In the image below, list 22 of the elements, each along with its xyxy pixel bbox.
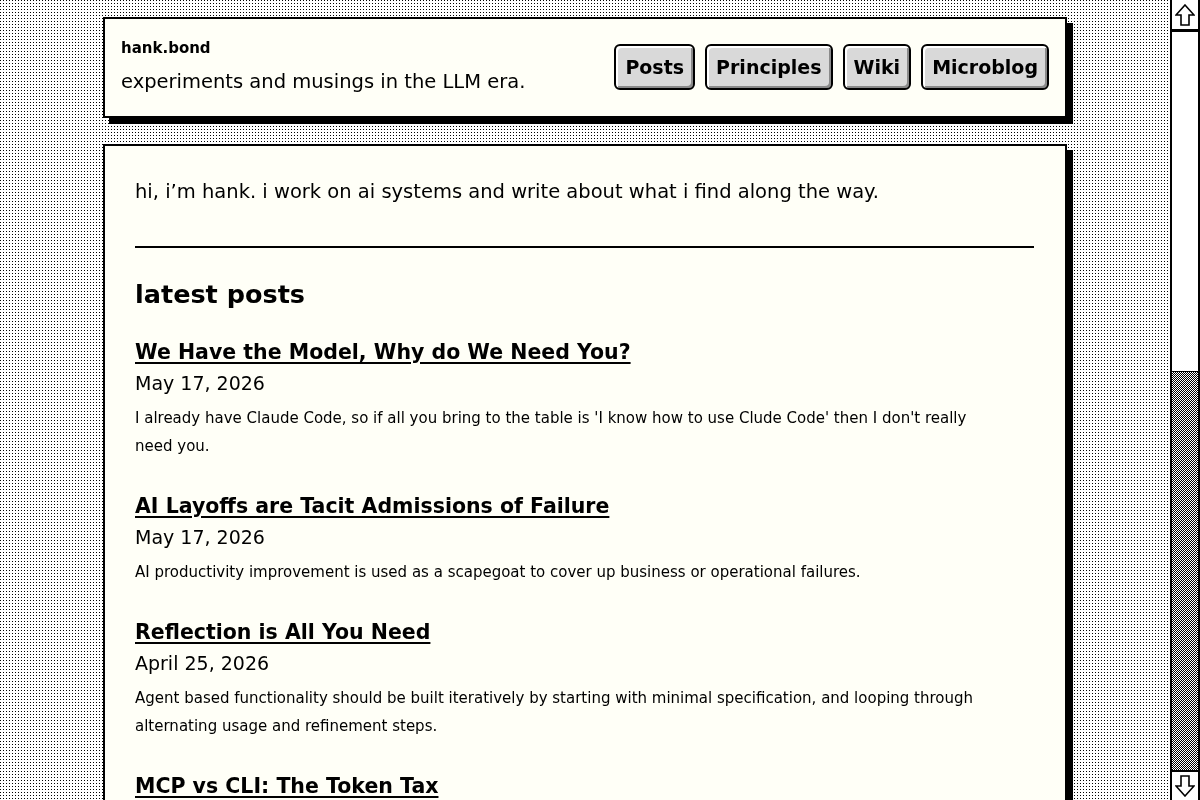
nav-button[interactable]: Microblog (921, 44, 1049, 90)
post-date: April 25, 2026 (135, 651, 270, 676)
scroll-down-button[interactable] (1172, 770, 1198, 800)
site-tagline: experiments and musings in the LLM era. (121, 69, 526, 95)
intro-text: hi, i’m hank. i work on ai systems and write about what i find along the way. (135, 179, 881, 205)
site-title: hank.bond (121, 38, 211, 58)
down-arrow-icon (1175, 775, 1195, 797)
post-title-link[interactable]: AI Layoffs are Tacit Admissions of Failure (135, 491, 610, 522)
post-date: May 17, 2026 (135, 525, 265, 550)
scroll-thumb[interactable] (1172, 32, 1198, 372)
nav-button[interactable]: Principles (705, 44, 833, 90)
post-excerpt: AI productivity improvement is used as a scapegoat to cover up business or operational failures. (135, 562, 862, 583)
nav-button[interactable]: Wiki (842, 44, 912, 90)
post-title-link[interactable]: We Have the Model, Why do We Need You? (135, 337, 631, 368)
nav-button[interactable]: Posts (614, 44, 696, 90)
post-excerpt: I already have Claude Code, so if all you bring to the table is 'I know how to use Clude Code' then I don't really need you. (135, 408, 968, 457)
section-heading: latest posts (135, 278, 305, 311)
up-arrow-icon (1175, 3, 1195, 26)
post-title-link[interactable]: Reflection is All You Need (135, 617, 431, 648)
post-excerpt: Agent based functionality should be built iteratively by starting with minimal specification, and looping through alternating usage and refinement steps. (135, 688, 975, 737)
post-date: May 17, 2026 (135, 371, 265, 396)
post-title-link[interactable]: MCP vs CLI: The Token Tax (135, 771, 439, 800)
